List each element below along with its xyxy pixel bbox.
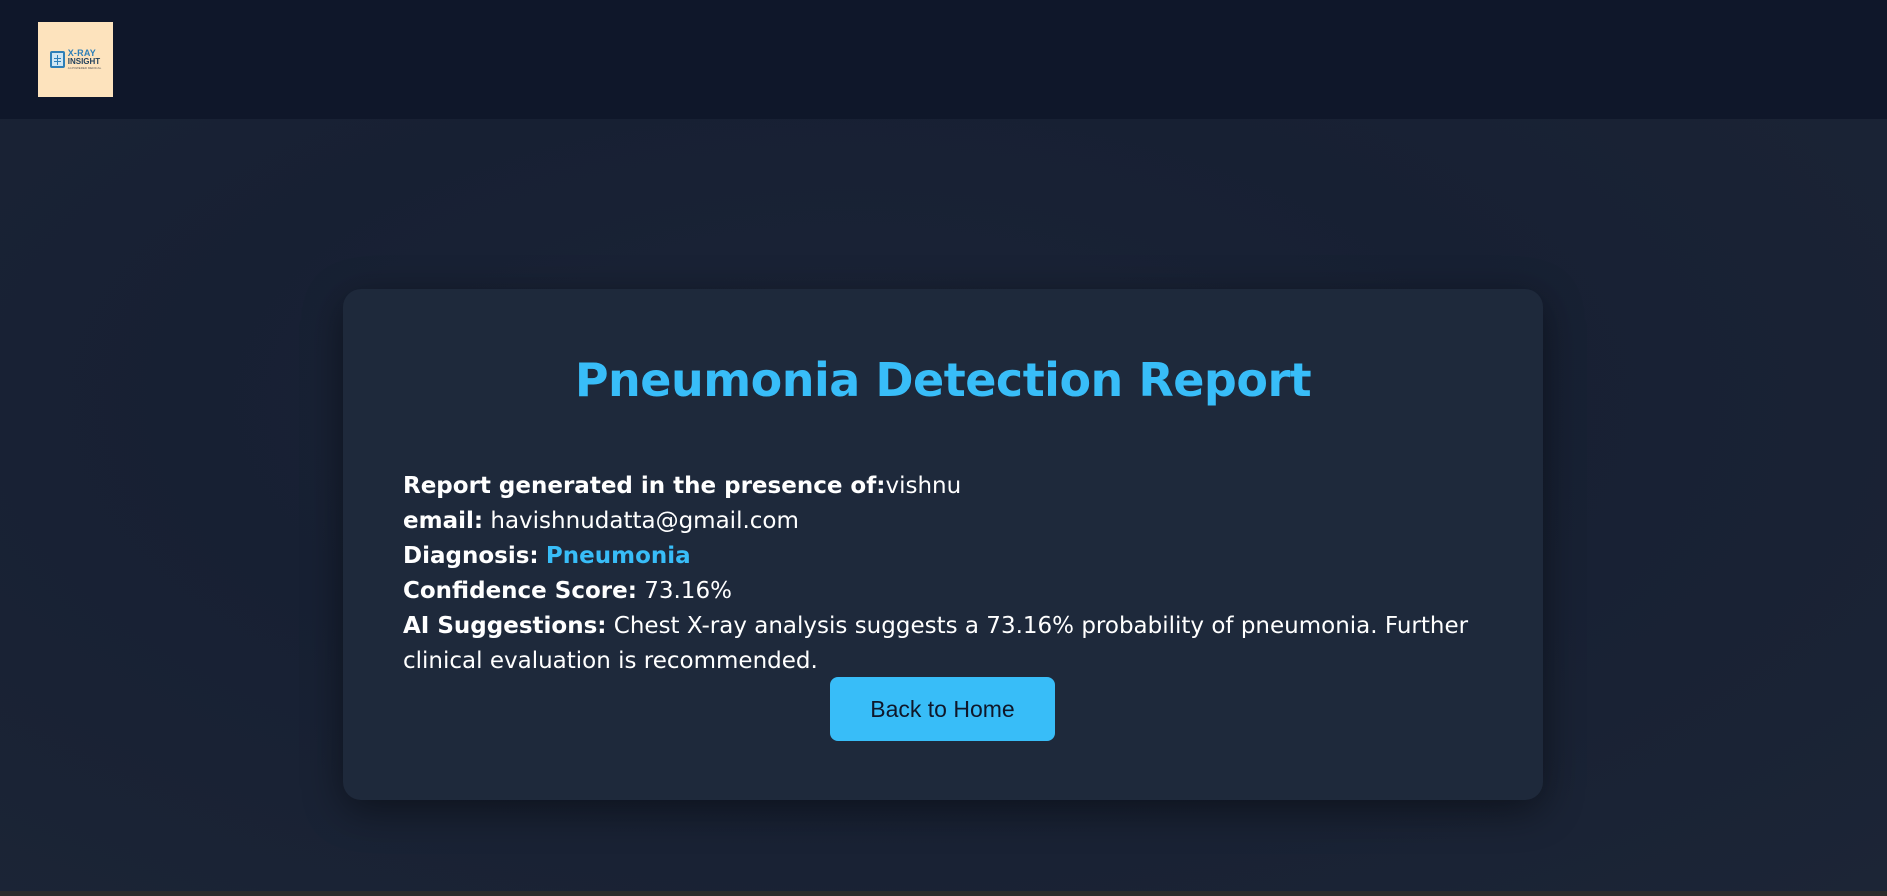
presence-row: Report generated in the presence of:vish… bbox=[403, 469, 1493, 504]
report-details: Report generated in the presence of:vish… bbox=[403, 469, 1493, 679]
diagnosis-row: Diagnosis: Pneumonia bbox=[403, 539, 1493, 574]
email-value: havishnudatta@gmail.com bbox=[490, 508, 799, 534]
presence-value: vishnu bbox=[885, 473, 962, 499]
confidence-row: Confidence Score: 73.16% bbox=[403, 574, 1493, 609]
logo-text: X-RAY INSIGHT AI-POWERED MEDICAL bbox=[68, 49, 102, 70]
diagnosis-label: Diagnosis: bbox=[403, 543, 539, 569]
diagnosis-value: Pneumonia bbox=[545, 543, 691, 569]
report-title: Pneumonia Detection Report bbox=[574, 353, 1312, 407]
confidence-label: Confidence Score: bbox=[403, 578, 637, 604]
report-card: Pneumonia Detection Report Report genera… bbox=[343, 289, 1543, 800]
suggestions-label: AI Suggestions: bbox=[403, 613, 607, 639]
xray-insight-logo[interactable]: X-RAY INSIGHT AI-POWERED MEDICAL bbox=[38, 22, 113, 97]
presence-label: Report generated in the presence of: bbox=[403, 473, 886, 499]
logo-line-3: AI-POWERED MEDICAL bbox=[67, 66, 102, 70]
suggestions-row: AI Suggestions: Chest X-ray analysis sug… bbox=[403, 609, 1493, 679]
back-to-home-button[interactable]: Back to Home bbox=[830, 677, 1055, 741]
logo-content: X-RAY INSIGHT AI-POWERED MEDICAL bbox=[49, 49, 102, 70]
confidence-value: 73.16% bbox=[644, 578, 732, 604]
email-row: email: havishnudatta@gmail.com bbox=[403, 504, 1493, 539]
logo-line-2: INSIGHT bbox=[67, 57, 101, 66]
top-navbar: X-RAY INSIGHT AI-POWERED MEDICAL bbox=[0, 0, 1887, 119]
email-label: email: bbox=[403, 508, 484, 534]
xray-icon bbox=[49, 51, 65, 68]
app-window: X-RAY INSIGHT AI-POWERED MEDICAL Pneumon… bbox=[0, 0, 1887, 891]
